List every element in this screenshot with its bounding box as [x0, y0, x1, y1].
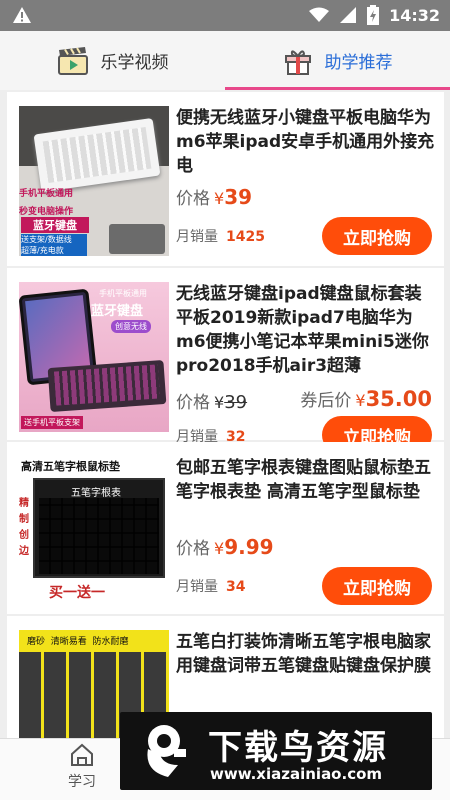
active-tab-indicator: [225, 87, 450, 90]
product-title[interactable]: 五笔白打装饰清晰五笔字根电脑家用键盘词带五笔键盘贴键盘保护膜: [176, 630, 438, 678]
buy-now-button[interactable]: 立即抢购: [322, 567, 432, 605]
gift-icon: [284, 49, 311, 75]
nav-learn[interactable]: 学习: [68, 743, 96, 791]
product-title[interactable]: 无线蓝牙键盘ipad键盘鼠标套装平板2019新款ipad7电脑华为m6便携小笔记…: [176, 282, 438, 378]
warning-icon: [13, 7, 31, 23]
tab-video-label: 乐学视频: [100, 53, 169, 73]
status-bar: 14:32: [0, 0, 450, 31]
price-row: 价格 ¥ 9.99: [176, 535, 274, 559]
clock: 14:32: [389, 5, 440, 25]
monthly-sales: 月销量 1425: [176, 229, 265, 245]
signal-icon: [340, 7, 357, 23]
price: 9.99: [224, 535, 274, 559]
product-card[interactable]: 高清五笔字根鼠标垫 五笔字根表 精制创边 买一送一 包邮五笔字根表键盘图贴鼠标垫…: [7, 442, 444, 614]
product-list: 手机平板通用 秒变电脑操作 蓝牙键盘 送支架/数据线 超薄/充电款 便携无线蓝牙…: [7, 92, 444, 790]
tab-video[interactable]: 乐学视频: [0, 31, 225, 90]
wifi-icon: [309, 7, 330, 22]
product-image: 手机平板通用 秒变电脑操作 蓝牙键盘 送支架/数据线 超薄/充电款: [19, 106, 169, 256]
product-title[interactable]: 包邮五笔字根表键盘图贴鼠标垫五笔字根表垫 高清五笔字型鼠标垫: [176, 456, 438, 504]
product-image: 手机平板通用 蓝牙键盘 创意无线 送手机平板支架: [19, 282, 169, 432]
coupon-price: 券后价 ¥ 35.00: [300, 387, 432, 411]
buy-now-button[interactable]: 立即抢购: [322, 217, 432, 255]
original-price: 39: [224, 392, 248, 413]
video-clapper-icon: [57, 46, 88, 75]
product-card[interactable]: 手机平板通用 蓝牙键盘 创意无线 送手机平板支架 无线蓝牙键盘ipad键盘鼠标套…: [7, 268, 444, 445]
watermark-logo: 下载鸟资源 www.xiazainiao.com: [120, 712, 432, 790]
home-icon: [71, 743, 93, 766]
battery-icon: [367, 5, 380, 25]
product-title[interactable]: 便携无线蓝牙小键盘平板电脑华为m6苹果ipad安卓手机通用外接充电: [176, 106, 438, 178]
price-row: 价格 ¥ 39: [176, 392, 248, 413]
price: 39: [224, 185, 253, 209]
monthly-sales: 月销量 34: [176, 579, 246, 595]
price-row: 价格 ¥ 39: [176, 185, 253, 209]
product-image: 高清五笔字根鼠标垫 五笔字根表 精制创边 买一送一: [19, 456, 169, 606]
bird-logo-icon: [147, 725, 186, 777]
top-tabs: 乐学视频 助学推荐: [0, 31, 450, 90]
tab-recommend[interactable]: 助学推荐: [225, 31, 450, 90]
tab-recommend-label: 助学推荐: [324, 53, 393, 73]
product-card[interactable]: 手机平板通用 秒变电脑操作 蓝牙键盘 送支架/数据线 超薄/充电款 便携无线蓝牙…: [7, 92, 444, 266]
